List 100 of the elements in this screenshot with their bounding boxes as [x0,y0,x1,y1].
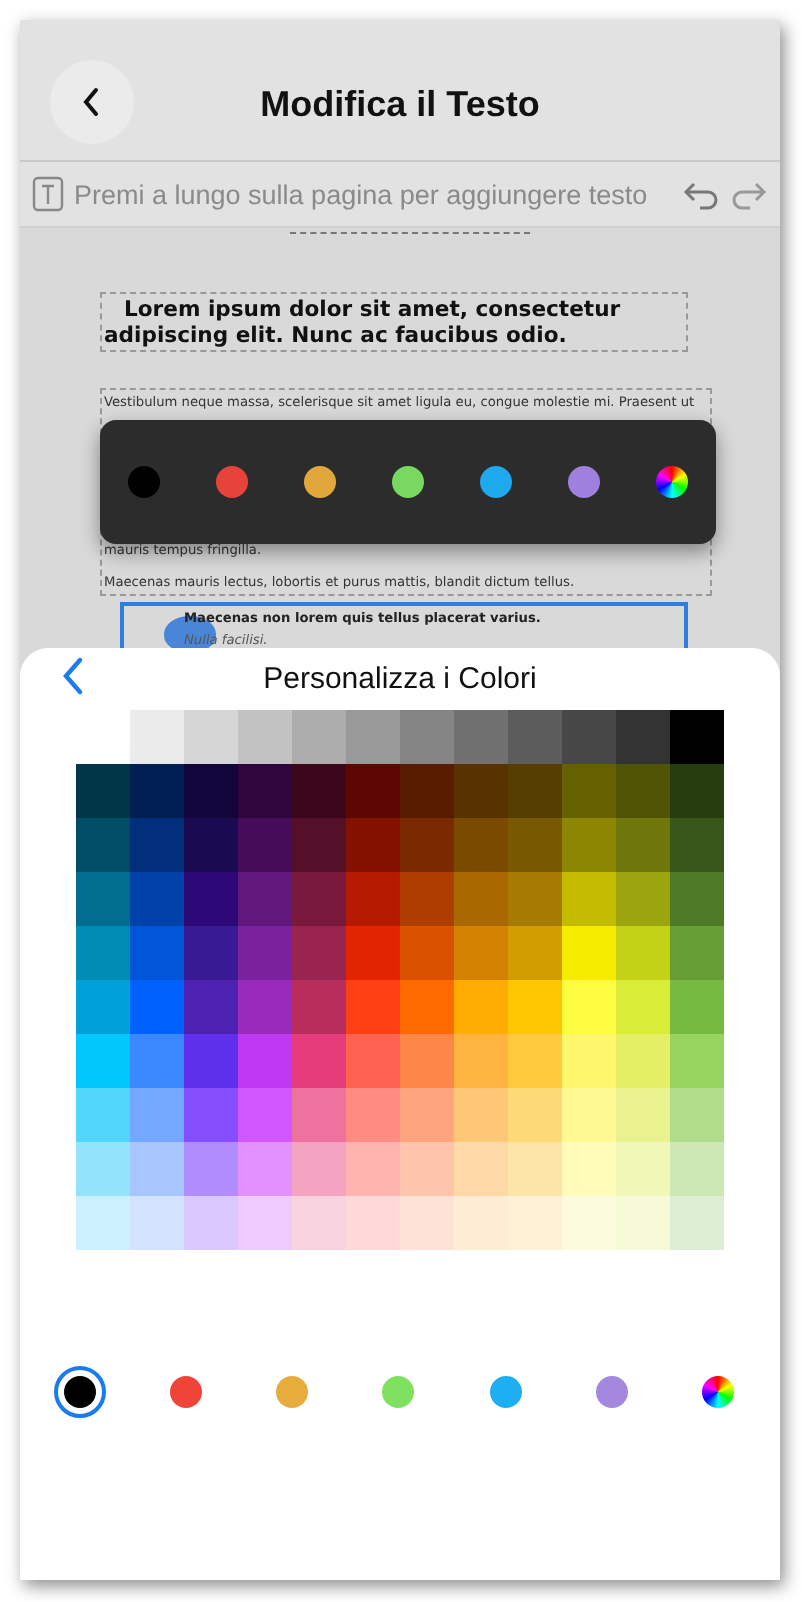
color-cell[interactable] [184,872,238,926]
color-cell[interactable] [616,1196,670,1250]
color-cell[interactable] [238,1088,292,1142]
color-cell[interactable] [562,926,616,980]
color-cell[interactable] [400,980,454,1034]
color-cell[interactable] [76,818,130,872]
color-cell[interactable] [184,818,238,872]
color-cell[interactable] [130,1196,184,1250]
color-cell[interactable] [508,980,562,1034]
color-cell[interactable] [130,980,184,1034]
color-cell[interactable] [562,710,616,764]
color-cell[interactable] [616,764,670,818]
color-cell[interactable] [184,1196,238,1250]
color-cell[interactable] [238,872,292,926]
color-cell[interactable] [508,818,562,872]
color-cell[interactable] [184,926,238,980]
color-cell[interactable] [454,980,508,1034]
color-cell[interactable] [670,926,724,980]
color-cell[interactable] [562,980,616,1034]
color-cell[interactable] [400,926,454,980]
color-cell[interactable] [346,764,400,818]
color-cell[interactable] [616,1142,670,1196]
color-cell[interactable] [562,1142,616,1196]
color-cell[interactable] [184,980,238,1034]
color-cell[interactable] [346,926,400,980]
color-cell[interactable] [292,1142,346,1196]
color-cell[interactable] [670,818,724,872]
color-cell[interactable] [130,710,184,764]
color-swatch[interactable] [128,466,160,498]
color-cell[interactable] [562,818,616,872]
color-cell[interactable] [508,1196,562,1250]
color-cell[interactable] [76,1088,130,1142]
color-cell[interactable] [670,1142,724,1196]
back-icon[interactable] [60,656,88,696]
color-cell[interactable] [238,710,292,764]
color-cell[interactable] [670,872,724,926]
color-cell[interactable] [454,1196,508,1250]
color-cell[interactable] [670,764,724,818]
color-cell[interactable] [346,1142,400,1196]
color-cell[interactable] [238,980,292,1034]
color-swatch[interactable] [568,466,600,498]
color-cell[interactable] [562,1034,616,1088]
color-cell[interactable] [76,980,130,1034]
color-cell[interactable] [130,818,184,872]
color-cell[interactable] [130,1142,184,1196]
color-cell[interactable] [400,710,454,764]
color-cell[interactable] [292,1196,346,1250]
color-cell[interactable] [184,1034,238,1088]
color-cell[interactable] [562,872,616,926]
color-swatch[interactable] [480,466,512,498]
color-cell[interactable] [454,926,508,980]
color-swatch[interactable] [54,1366,106,1418]
color-cell[interactable] [292,980,346,1034]
color-cell[interactable] [346,872,400,926]
color-cell[interactable] [76,1196,130,1250]
color-cell[interactable] [508,1034,562,1088]
color-cell[interactable] [184,764,238,818]
color-cell[interactable] [400,764,454,818]
color-cell[interactable] [346,818,400,872]
redo-icon[interactable] [728,178,768,210]
undo-icon[interactable] [682,178,722,210]
color-cell[interactable] [238,1142,292,1196]
color-cell[interactable] [616,926,670,980]
color-cell[interactable] [184,710,238,764]
color-cell[interactable] [670,980,724,1034]
color-cell[interactable] [76,926,130,980]
color-cell[interactable] [292,764,346,818]
color-swatch[interactable] [392,466,424,498]
color-cell[interactable] [670,1196,724,1250]
color-cell[interactable] [346,1196,400,1250]
color-cell[interactable] [670,710,724,764]
color-cell[interactable] [292,926,346,980]
color-cell[interactable] [76,1142,130,1196]
color-cell[interactable] [292,818,346,872]
color-cell[interactable] [508,710,562,764]
color-cell[interactable] [346,1088,400,1142]
color-cell[interactable] [454,1034,508,1088]
color-cell[interactable] [670,1088,724,1142]
color-swatch[interactable] [304,466,336,498]
color-cell[interactable] [346,980,400,1034]
color-cell[interactable] [76,764,130,818]
color-cell[interactable] [130,872,184,926]
color-cell[interactable] [346,710,400,764]
color-cell[interactable] [400,1034,454,1088]
color-cell[interactable] [454,1088,508,1142]
back-button[interactable] [50,60,134,144]
color-wheel-icon[interactable] [656,466,688,498]
color-cell[interactable] [400,818,454,872]
color-cell[interactable] [292,1034,346,1088]
color-cell[interactable] [616,818,670,872]
color-cell[interactable] [562,1196,616,1250]
color-cell[interactable] [508,764,562,818]
color-cell[interactable] [238,764,292,818]
color-cell[interactable] [238,1196,292,1250]
color-cell[interactable] [454,1142,508,1196]
color-cell[interactable] [76,872,130,926]
color-cell[interactable] [400,1196,454,1250]
color-cell[interactable] [616,1034,670,1088]
color-cell[interactable] [670,1034,724,1088]
color-cell[interactable] [616,872,670,926]
